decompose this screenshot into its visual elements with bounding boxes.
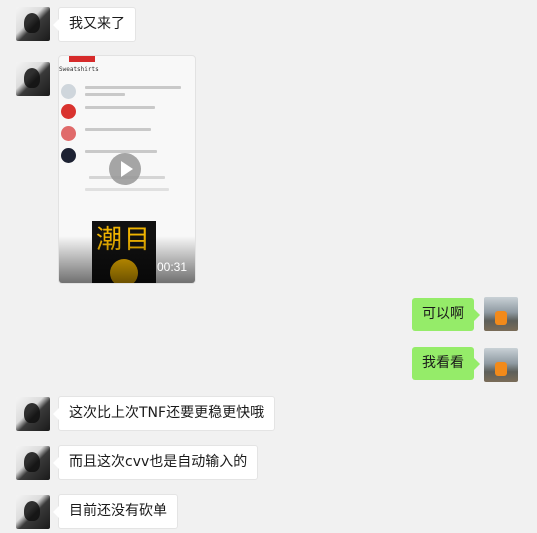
message-bubble[interactable]: 我看看 (412, 347, 480, 380)
message-bubble[interactable]: 我又来了 (53, 7, 136, 42)
contact-avatar[interactable] (16, 495, 50, 529)
product-name-line (85, 128, 151, 131)
product-name-line (85, 86, 181, 89)
contact-avatar[interactable] (16, 7, 50, 41)
message-bubble[interactable]: 这次比上次TNF还要更稳更快哦 (52, 396, 276, 431)
contact-avatar[interactable] (16, 446, 50, 480)
my-avatar[interactable] (484, 348, 518, 382)
video-message[interactable]: Sweatshirts 潮目 00:31 (58, 55, 196, 284)
product-thumbnail (61, 84, 76, 99)
contact-avatar[interactable] (16, 397, 50, 431)
brand-tag (69, 56, 95, 62)
product-name-line (85, 106, 155, 109)
footer-line (85, 188, 169, 191)
message-bubble[interactable]: 目前还没有砍单 (53, 494, 178, 529)
contact-avatar[interactable] (16, 62, 50, 96)
product-thumbnail (61, 104, 76, 119)
my-avatar[interactable] (484, 297, 518, 331)
product-name-line (85, 93, 125, 96)
message-bubble[interactable]: 可以啊 (412, 298, 480, 331)
product-thumbnail (61, 148, 76, 163)
video-preview-title: Sweatshirts (59, 66, 99, 73)
product-thumbnail (61, 126, 76, 141)
play-icon[interactable] (109, 153, 141, 185)
video-duration: 00:31 (156, 260, 187, 274)
message-bubble[interactable]: 而且这次cvv也是自动输入的 (52, 445, 259, 480)
